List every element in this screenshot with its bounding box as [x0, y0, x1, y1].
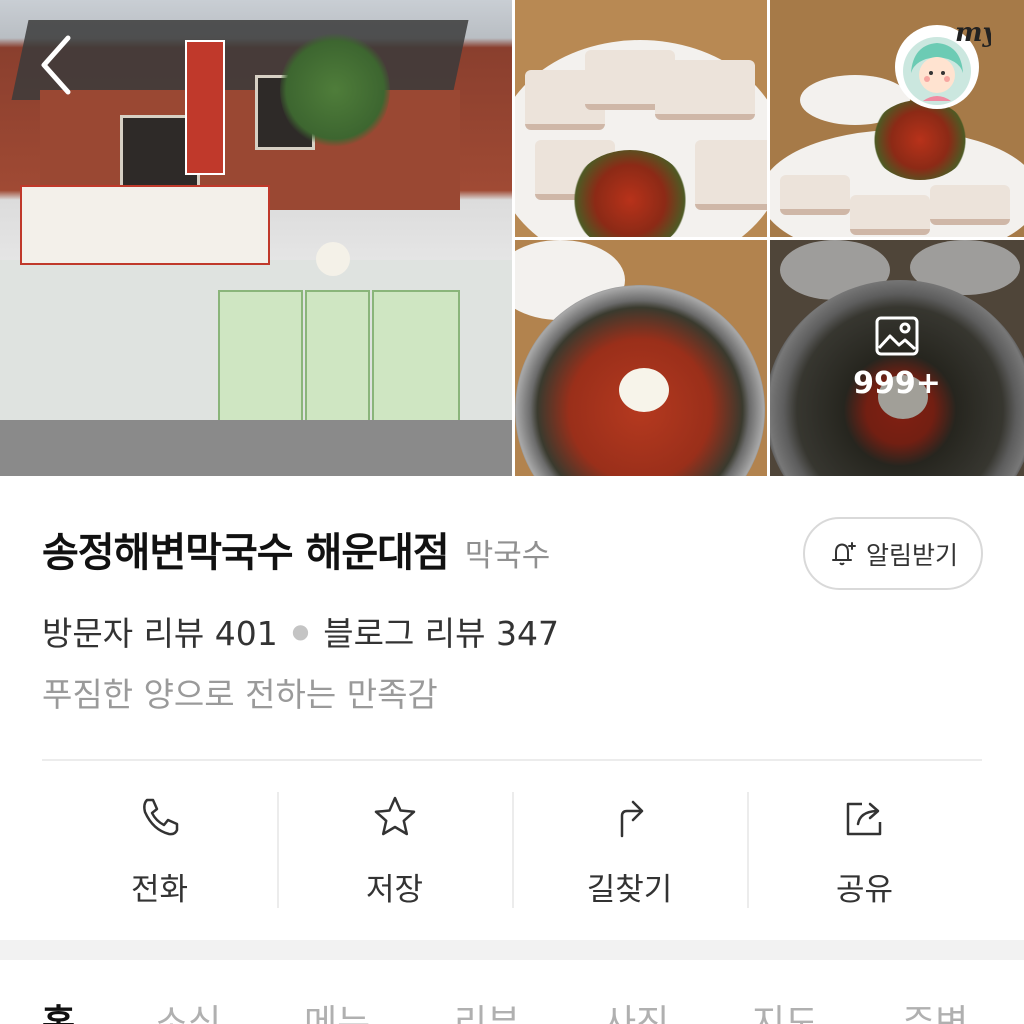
divider [42, 759, 982, 761]
notification-label: 알림받기 [865, 540, 958, 570]
my-profile-avatar-icon[interactable]: my [893, 15, 991, 113]
food-photo-bibim[interactable] [515, 240, 767, 476]
tab-reviews[interactable]: 리뷰 [454, 994, 520, 1024]
directions-icon [620, 800, 643, 838]
pork-slice-shape [780, 175, 850, 215]
save-button[interactable]: 저장 [277, 790, 512, 910]
pork-slice-shape [695, 140, 767, 210]
tab-menu[interactable]: 메뉴 [304, 994, 370, 1024]
blog-review-link[interactable]: 블로그 리뷰 347 [323, 607, 559, 655]
more-photos-button[interactable]: 999+ [770, 240, 1024, 476]
pork-slice-shape [930, 185, 1010, 225]
tab-photos[interactable]: 사진 [603, 994, 669, 1024]
save-label: 저장 [365, 872, 424, 908]
separator-dot: ● [291, 619, 310, 643]
call-button[interactable]: 전화 [42, 790, 277, 910]
place-name: 송정해변막국수 해운대점 [42, 530, 450, 576]
place-description: 푸짐한 양으로 전하는 만족감 [42, 675, 438, 714]
egg-shape [619, 368, 669, 412]
tab-home[interactable]: 홈 [42, 994, 75, 1024]
share-label: 공유 [835, 872, 894, 908]
share-button[interactable]: 공유 [747, 790, 982, 910]
tab-map[interactable]: 지도 [752, 994, 818, 1024]
tab-bar: 홈 소식 메뉴 리뷰 사진 지도 주변 [0, 960, 1024, 1024]
review-counts: 방문자 리뷰 401 ● 블로그 리뷰 347 [42, 607, 559, 655]
food-photo-pork[interactable] [515, 0, 767, 237]
vertical-sign-shape [185, 40, 225, 175]
lamp-shape [316, 242, 350, 276]
directions-button[interactable]: 길찾기 [512, 790, 747, 910]
image-icon [875, 316, 919, 355]
directions-label: 길찾기 [586, 872, 673, 908]
pork-slice-shape [850, 195, 930, 235]
street-shape [0, 420, 512, 476]
bell-plus-icon [831, 541, 856, 565]
back-arrow-icon[interactable] [32, 30, 82, 100]
svg-text:my: my [955, 18, 991, 48]
call-label: 전화 [130, 872, 189, 908]
share-icon [846, 802, 881, 836]
tab-nearby[interactable]: 주변 [902, 994, 968, 1024]
plant-shape [280, 30, 390, 150]
tab-news[interactable]: 소식 [155, 994, 221, 1024]
photo-count: 999+ [853, 365, 941, 401]
photo-gallery: 999+ my [0, 0, 1024, 476]
section-gap [0, 940, 1024, 960]
visitor-review-link[interactable]: 방문자 리뷰 401 [42, 607, 278, 655]
action-bar: 전화 저장 길찾기 공유 [42, 790, 982, 910]
notification-subscribe-button[interactable]: 알림받기 [803, 517, 983, 590]
phone-icon [142, 798, 178, 836]
place-category: 막국수 [464, 538, 551, 574]
pork-slice-shape [655, 60, 755, 120]
star-icon [374, 796, 415, 836]
horizontal-sign-shape [20, 185, 270, 265]
